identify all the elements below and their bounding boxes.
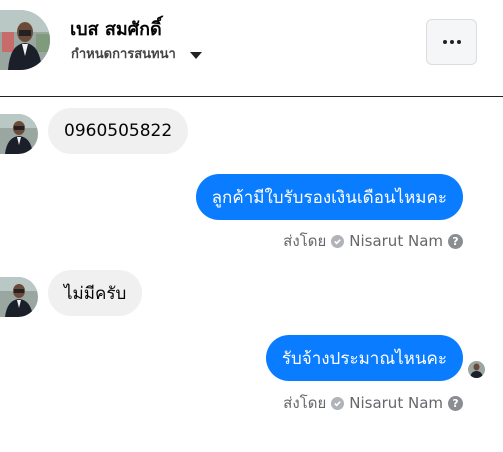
sent-by-info: ส่งโดย Nisarut Nam ? [283, 229, 463, 253]
message-bubble-incoming[interactable]: ไม่มีครับ [48, 270, 143, 316]
schedule-dropdown[interactable]: กำหนดการสนทนา [71, 43, 202, 64]
message-bubble-outgoing[interactable]: ลูกค้ามีใบรับรองเงินเดือนไหมคะ [195, 174, 463, 220]
message-bubble-outgoing[interactable]: รับจ้างประมาณไหนคะ [265, 335, 463, 381]
schedule-label: กำหนดการสนทนา [71, 47, 176, 62]
verified-check-icon [331, 396, 345, 410]
sent-by-label: ส่งโดย [283, 394, 327, 412]
sender-avatar[interactable] [0, 114, 38, 154]
help-icon[interactable]: ? [448, 395, 463, 411]
help-icon[interactable]: ? [448, 233, 463, 249]
more-options-button[interactable] [426, 19, 477, 65]
contact-name[interactable]: เบส สมศักดิ์ [70, 14, 162, 43]
read-receipt-avatar [468, 361, 485, 378]
verified-check-icon [331, 234, 345, 248]
sent-by-info: ส่งโดย Nisarut Nam ? [283, 391, 463, 415]
message-bubble-incoming[interactable]: 0960505822 [48, 108, 189, 154]
more-options-icon [442, 40, 461, 44]
contact-avatar[interactable] [0, 10, 50, 70]
chevron-down-icon [189, 51, 202, 59]
sender-avatar[interactable] [0, 277, 38, 317]
sender-name[interactable]: Nisarut Nam [349, 394, 443, 412]
conversation-header: เบส สมศักดิ์ กำหนดการสนทนา [0, 0, 503, 97]
sent-by-label: ส่งโดย [283, 232, 327, 250]
sender-name[interactable]: Nisarut Nam [349, 232, 443, 250]
